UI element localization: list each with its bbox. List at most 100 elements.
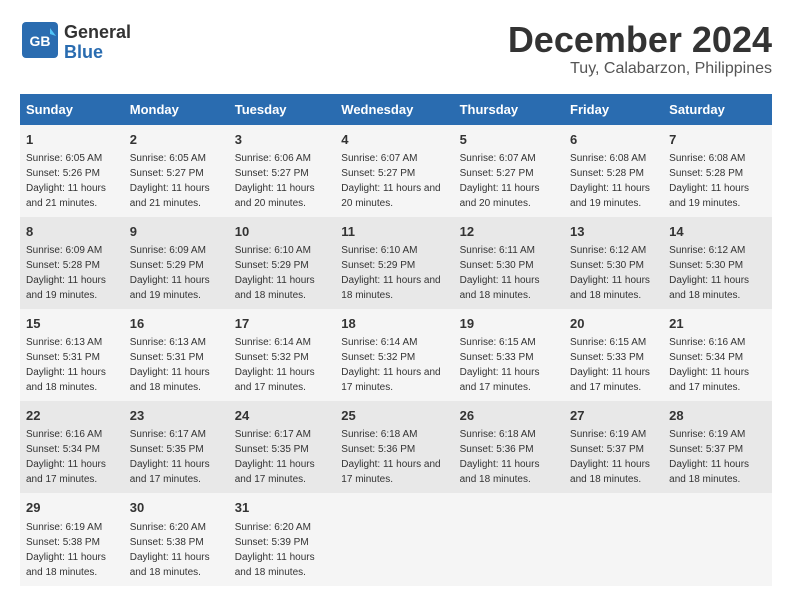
cell-info: Sunrise: 6:12 AMSunset: 5:30 PMDaylight:…: [570, 245, 650, 301]
calendar-week-row: 15 Sunrise: 6:13 AMSunset: 5:31 PMDayligh…: [20, 309, 772, 401]
calendar-cell: 18Sunrise: 6:14 AMSunset: 5:32 PMDayligh…: [335, 309, 453, 401]
calendar-cell: 7Sunrise: 6:08 AMSunset: 5:28 PMDaylight…: [663, 125, 772, 217]
calendar-cell: 29Sunrise: 6:19 AMSunset: 5:38 PMDayligh…: [20, 493, 124, 585]
cell-info: Sunrise: 6:08 AMSunset: 5:28 PMDaylight:…: [669, 153, 749, 209]
logo-general: General: [64, 23, 131, 43]
calendar-cell: 31Sunrise: 6:20 AMSunset: 5:39 PMDayligh…: [229, 493, 336, 585]
calendar-cell: 4 Sunrise: 6:07 AMSunset: 5:27 PMDaylight…: [335, 125, 453, 217]
cell-info: Sunrise: 6:13 AMSunset: 5:31 PMDaylight:…: [130, 337, 210, 393]
calendar-cell: 23 Sunrise: 6:17 AMSunset: 5:35 PMDayligh…: [124, 401, 229, 493]
day-number: 4: [341, 131, 447, 149]
location-title: Tuy, Calabarzon, Philippines: [508, 60, 772, 78]
cell-info: Sunrise: 6:05 AMSunset: 5:26 PMDaylight:…: [26, 153, 106, 209]
calendar-cell: 21 Sunrise: 6:16 AMSunset: 5:34 PMDayligh…: [663, 309, 772, 401]
calendar-cell: [564, 493, 663, 585]
logo-blue: Blue: [64, 43, 131, 63]
calendar-cell: 22 Sunrise: 6:16 AMSunset: 5:34 PMDayligh…: [20, 401, 124, 493]
day-number: 23: [130, 407, 223, 425]
day-number: 9: [130, 223, 223, 241]
calendar-cell: 14 Sunrise: 6:12 AMSunset: 5:30 PMDayligh…: [663, 217, 772, 309]
day-number: 18: [341, 315, 447, 333]
calendar-cell: [335, 493, 453, 585]
cell-info: Sunrise: 6:19 AMSunset: 5:37 PMDaylight:…: [669, 429, 749, 485]
cell-info: Sunrise: 6:13 AMSunset: 5:31 PMDaylight:…: [26, 337, 106, 393]
calendar-cell: 25 Sunrise: 6:18 AMSunset: 5:36 PMDayligh…: [335, 401, 453, 493]
day-number: 16: [130, 315, 223, 333]
calendar-cell: 27 Sunrise: 6:19 AMSunset: 5:37 PMDayligh…: [564, 401, 663, 493]
cell-info: Sunrise: 6:08 AMSunset: 5:28 PMDaylight:…: [570, 153, 650, 209]
column-header-monday: Monday: [124, 94, 229, 125]
title-section: December 2024 Tuy, Calabarzon, Philippin…: [508, 20, 772, 78]
column-header-thursday: Thursday: [454, 94, 564, 125]
day-number: 8: [26, 223, 118, 241]
cell-info: Sunrise: 6:15 AMSunset: 5:33 PMDaylight:…: [570, 337, 650, 393]
calendar-cell: 19 Sunrise: 6:15 AMSunset: 5:33 PMDayligh…: [454, 309, 564, 401]
calendar-cell: 3Sunrise: 6:06 AMSunset: 5:27 PMDaylight…: [229, 125, 336, 217]
column-header-saturday: Saturday: [663, 94, 772, 125]
calendar-cell: 13 Sunrise: 6:12 AMSunset: 5:30 PMDayligh…: [564, 217, 663, 309]
day-number: 1: [26, 131, 118, 149]
cell-info: Sunrise: 6:10 AMSunset: 5:29 PMDaylight:…: [235, 245, 315, 301]
day-number: 3: [235, 131, 330, 149]
column-header-sunday: Sunday: [20, 94, 124, 125]
column-header-tuesday: Tuesday: [229, 94, 336, 125]
day-number: 22: [26, 407, 118, 425]
day-number: 28: [669, 407, 766, 425]
cell-info: Sunrise: 6:20 AMSunset: 5:38 PMDaylight:…: [130, 522, 210, 578]
calendar-week-row: 29Sunrise: 6:19 AMSunset: 5:38 PMDayligh…: [20, 493, 772, 585]
day-number: 15: [26, 315, 118, 333]
calendar-cell: 26Sunrise: 6:18 AMSunset: 5:36 PMDayligh…: [454, 401, 564, 493]
cell-info: Sunrise: 6:20 AMSunset: 5:39 PMDaylight:…: [235, 522, 315, 578]
calendar-cell: 16 Sunrise: 6:13 AMSunset: 5:31 PMDayligh…: [124, 309, 229, 401]
calendar-header-row: SundayMondayTuesdayWednesdayThursdayFrid…: [20, 94, 772, 125]
calendar-table: SundayMondayTuesdayWednesdayThursdayFrid…: [20, 94, 772, 586]
cell-info: Sunrise: 6:12 AMSunset: 5:30 PMDaylight:…: [669, 245, 749, 301]
calendar-cell: 15 Sunrise: 6:13 AMSunset: 5:31 PMDayligh…: [20, 309, 124, 401]
cell-info: Sunrise: 6:16 AMSunset: 5:34 PMDaylight:…: [26, 429, 106, 485]
cell-info: Sunrise: 6:09 AMSunset: 5:29 PMDaylight:…: [130, 245, 210, 301]
calendar-cell: 24 Sunrise: 6:17 AMSunset: 5:35 PMDayligh…: [229, 401, 336, 493]
day-number: 10: [235, 223, 330, 241]
cell-info: Sunrise: 6:07 AMSunset: 5:27 PMDaylight:…: [341, 153, 440, 209]
calendar-cell: 11Sunrise: 6:10 AMSunset: 5:29 PMDayligh…: [335, 217, 453, 309]
day-number: 13: [570, 223, 657, 241]
calendar-cell: 8 Sunrise: 6:09 AMSunset: 5:28 PMDaylight…: [20, 217, 124, 309]
cell-info: Sunrise: 6:11 AMSunset: 5:30 PMDaylight:…: [460, 245, 540, 301]
day-number: 21: [669, 315, 766, 333]
calendar-cell: 17 Sunrise: 6:14 AMSunset: 5:32 PMDayligh…: [229, 309, 336, 401]
calendar-cell: 20 Sunrise: 6:15 AMSunset: 5:33 PMDayligh…: [564, 309, 663, 401]
calendar-week-row: 1 Sunrise: 6:05 AMSunset: 5:26 PMDaylight…: [20, 125, 772, 217]
cell-info: Sunrise: 6:16 AMSunset: 5:34 PMDaylight:…: [669, 337, 749, 393]
logo-image: GB: [20, 20, 60, 65]
cell-info: Sunrise: 6:14 AMSunset: 5:32 PMDaylight:…: [235, 337, 315, 393]
day-number: 27: [570, 407, 657, 425]
day-number: 20: [570, 315, 657, 333]
cell-info: Sunrise: 6:05 AMSunset: 5:27 PMDaylight:…: [130, 153, 210, 209]
month-title: December 2024: [508, 20, 772, 60]
cell-info: Sunrise: 6:18 AMSunset: 5:36 PMDaylight:…: [341, 429, 440, 485]
calendar-cell: 28 Sunrise: 6:19 AMSunset: 5:37 PMDayligh…: [663, 401, 772, 493]
cell-info: Sunrise: 6:17 AMSunset: 5:35 PMDaylight:…: [130, 429, 210, 485]
column-header-friday: Friday: [564, 94, 663, 125]
day-number: 11: [341, 223, 447, 241]
calendar-cell: 1 Sunrise: 6:05 AMSunset: 5:26 PMDaylight…: [20, 125, 124, 217]
calendar-week-row: 22 Sunrise: 6:16 AMSunset: 5:34 PMDayligh…: [20, 401, 772, 493]
day-number: 5: [460, 131, 558, 149]
calendar-cell: 6Sunrise: 6:08 AMSunset: 5:28 PMDaylight…: [564, 125, 663, 217]
cell-info: Sunrise: 6:09 AMSunset: 5:28 PMDaylight:…: [26, 245, 106, 301]
calendar-cell: 9 Sunrise: 6:09 AMSunset: 5:29 PMDaylight…: [124, 217, 229, 309]
day-number: 19: [460, 315, 558, 333]
svg-text:GB: GB: [30, 33, 51, 49]
day-number: 12: [460, 223, 558, 241]
cell-info: Sunrise: 6:18 AMSunset: 5:36 PMDaylight:…: [460, 429, 540, 485]
day-number: 24: [235, 407, 330, 425]
calendar-cell: [454, 493, 564, 585]
cell-info: Sunrise: 6:17 AMSunset: 5:35 PMDaylight:…: [235, 429, 315, 485]
day-number: 17: [235, 315, 330, 333]
day-number: 30: [130, 499, 223, 517]
cell-info: Sunrise: 6:19 AMSunset: 5:37 PMDaylight:…: [570, 429, 650, 485]
calendar-cell: 12 Sunrise: 6:11 AMSunset: 5:30 PMDayligh…: [454, 217, 564, 309]
cell-info: Sunrise: 6:15 AMSunset: 5:33 PMDaylight:…: [460, 337, 540, 393]
day-number: 14: [669, 223, 766, 241]
day-number: 25: [341, 407, 447, 425]
